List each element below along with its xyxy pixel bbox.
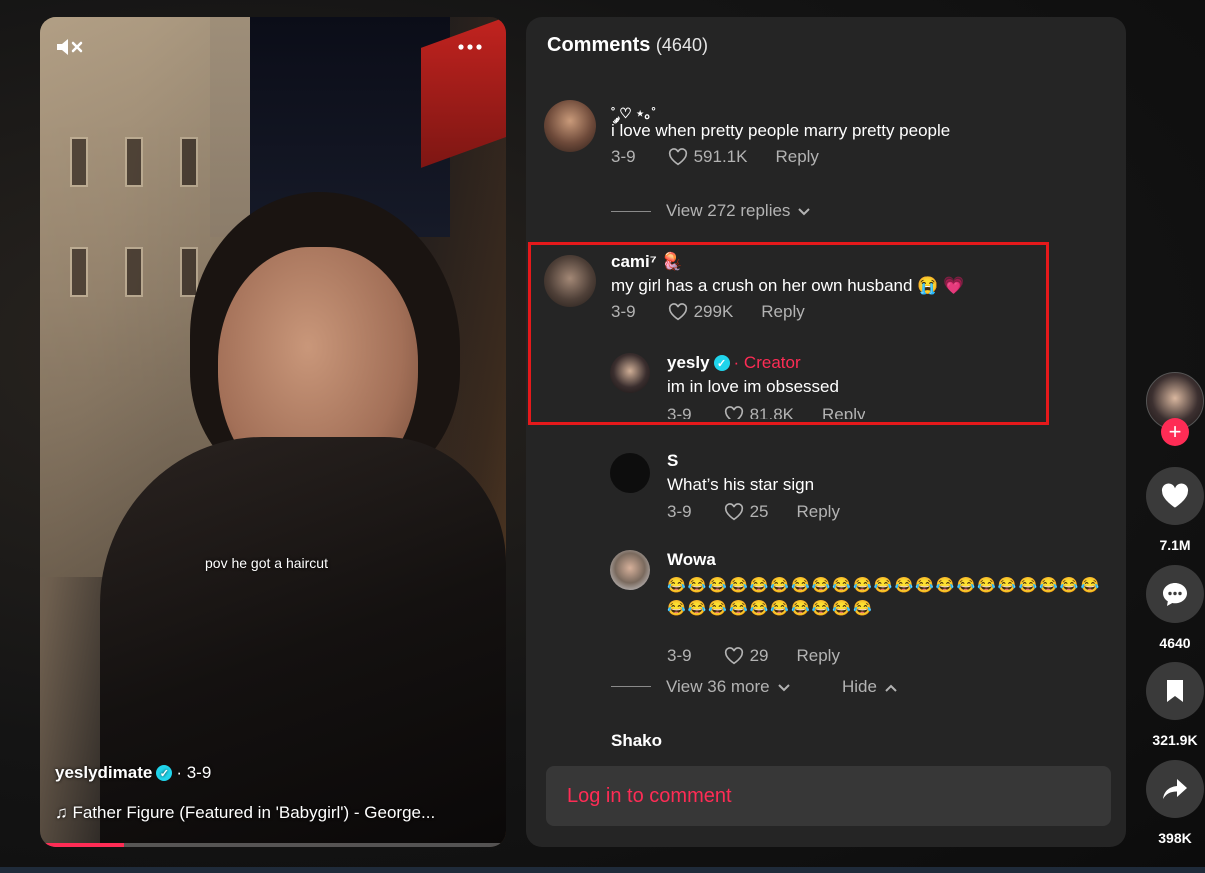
view-replies-button[interactable]: View 272 replies [666, 201, 811, 221]
video-progress-bar[interactable] [40, 843, 506, 847]
comment-text: my girl has a crush on her own husband 😭… [611, 276, 965, 295]
comment-username[interactable]: Shako [611, 731, 662, 747]
like-button[interactable]: 299K [668, 302, 734, 322]
comment-date: 3-9 [611, 302, 636, 321]
like-count: 7.1M [1159, 537, 1191, 553]
share-action-button[interactable] [1146, 760, 1204, 818]
comments-header: Comments (4640) [547, 34, 708, 57]
comment-list[interactable]: ˚ ༘♡ ⋆｡˚ i love when pretty people marry… [526, 77, 1126, 747]
like-action-button[interactable] [1146, 467, 1204, 525]
comment-username[interactable]: cami⁷ 🪼 [611, 252, 683, 272]
verified-badge-icon: ✓ [713, 355, 730, 371]
video-player[interactable]: pov he got a haircut yeslydimate ✓ · 3-9… [40, 17, 506, 847]
like-button[interactable]: 591.1K [668, 147, 748, 167]
reply-button[interactable]: Reply [797, 502, 840, 522]
avatar[interactable] [610, 353, 650, 393]
like-button[interactable]: 81.8K [724, 405, 794, 419]
share-action[interactable]: 398K [1146, 760, 1204, 846]
video-scene-jacket [100, 437, 506, 847]
thread-line [611, 211, 651, 212]
comment-date: 3-9 [667, 405, 692, 419]
share-count: 398K [1158, 830, 1192, 846]
chevron-down-icon [798, 201, 811, 221]
video-caption-overlay: pov he got a haircut [205, 555, 328, 571]
comment-date: 3-9 [667, 502, 692, 521]
comment-username[interactable]: Wowa [667, 550, 716, 570]
hide-replies-button[interactable]: Hide [842, 677, 897, 697]
hide-label: Hide [842, 677, 877, 696]
video-author[interactable]: yeslydimate ✓ · 3-9 [55, 763, 211, 783]
video-music-link[interactable]: ♫ Father Figure (Featured in 'Babygirl')… [55, 803, 435, 823]
like-count: 25 [749, 502, 769, 521]
reply-username-row: yesly ✓ · Creator [667, 353, 801, 373]
more-dots-icon[interactable] [454, 37, 486, 57]
reply-button[interactable]: Reply [822, 405, 865, 419]
view-replies-label: View 272 replies [666, 201, 791, 220]
comment-meta: 3-9 25 Reply [667, 502, 840, 522]
like-button[interactable]: 25 [724, 502, 769, 522]
avatar[interactable] [544, 255, 596, 307]
avatar[interactable] [610, 453, 650, 493]
comment-date: 3-9 [611, 147, 636, 166]
like-count: 299K [693, 302, 734, 321]
reply-button[interactable]: Reply [775, 147, 818, 167]
heart-icon [1161, 483, 1189, 508]
comment-date: 3-9 [667, 646, 692, 665]
avatar[interactable] [544, 729, 596, 747]
muted-speaker-icon[interactable] [54, 37, 86, 57]
reply-button[interactable]: Reply [797, 646, 840, 666]
comment-username[interactable]: yesly [667, 353, 710, 373]
thread-line [611, 686, 651, 687]
comments-title: Comments [547, 34, 651, 56]
heart-outline-icon [724, 647, 743, 665]
save-count: 321.9K [1152, 732, 1198, 748]
reply-button[interactable]: Reply [761, 302, 804, 322]
taskbar-strip [0, 867, 1205, 873]
like-count: 591.1K [693, 147, 748, 166]
comments-panel: Comments (4640) ˚ ༘♡ ⋆｡˚ i love when pre… [526, 17, 1126, 847]
comment-text: i love when pretty people marry pretty p… [611, 121, 951, 140]
comment-username[interactable]: S [667, 451, 678, 471]
like-count: 81.8K [749, 405, 795, 419]
avatar[interactable] [544, 100, 596, 152]
verified-badge-icon: ✓ [156, 765, 173, 781]
heart-outline-icon [724, 406, 743, 419]
comment-text: 😂😂😂😂😂😂😂😂😂😂😂😂😂😂😂😂😂😂😂😂😂😂😂😂😂😂😂😂😂😂😂 [667, 577, 1102, 617]
comments-count: (4640) [655, 35, 708, 55]
video-date: · 3-9 [176, 763, 212, 782]
video-author-name[interactable]: yeslydimate [55, 763, 152, 783]
login-to-comment-button[interactable]: Log in to comment [546, 766, 1111, 826]
comment-meta: 3-9 29 Reply [667, 646, 840, 666]
comment-action-button[interactable] [1146, 565, 1204, 623]
comment-meta: 3-9 81.8K Reply [667, 405, 865, 419]
view-more-button[interactable]: View 36 more [666, 677, 790, 697]
follow-plus-icon[interactable]: + [1161, 418, 1189, 446]
bookmark-icon [1167, 680, 1183, 702]
avatar[interactable] [610, 550, 650, 590]
view-more-label: View 36 more [666, 677, 770, 696]
comment-meta: 3-9 591.1K Reply [611, 147, 819, 167]
creator-badge: · Creator [733, 353, 801, 372]
like-button[interactable]: 29 [724, 646, 769, 666]
heart-outline-icon [724, 503, 743, 521]
heart-outline-icon [668, 148, 687, 166]
save-action-button[interactable] [1146, 662, 1204, 720]
comment-bubble-icon [1163, 583, 1187, 606]
save-action[interactable]: 321.9K [1146, 662, 1204, 748]
chevron-up-icon [885, 677, 897, 697]
comment-text: What’s his star sign [667, 475, 815, 494]
comment-meta: 3-9 299K Reply [611, 302, 805, 322]
share-arrow-icon [1163, 779, 1187, 799]
comment-text: im in love im obsessed [667, 377, 839, 396]
comment-count: 4640 [1159, 635, 1191, 651]
comment-action[interactable]: 4640 [1146, 565, 1204, 651]
video-progress-fill [40, 843, 124, 847]
heart-outline-icon [668, 303, 687, 321]
like-action[interactable]: 7.1M [1146, 467, 1204, 553]
chevron-down-icon [777, 677, 790, 697]
like-count: 29 [749, 646, 769, 665]
